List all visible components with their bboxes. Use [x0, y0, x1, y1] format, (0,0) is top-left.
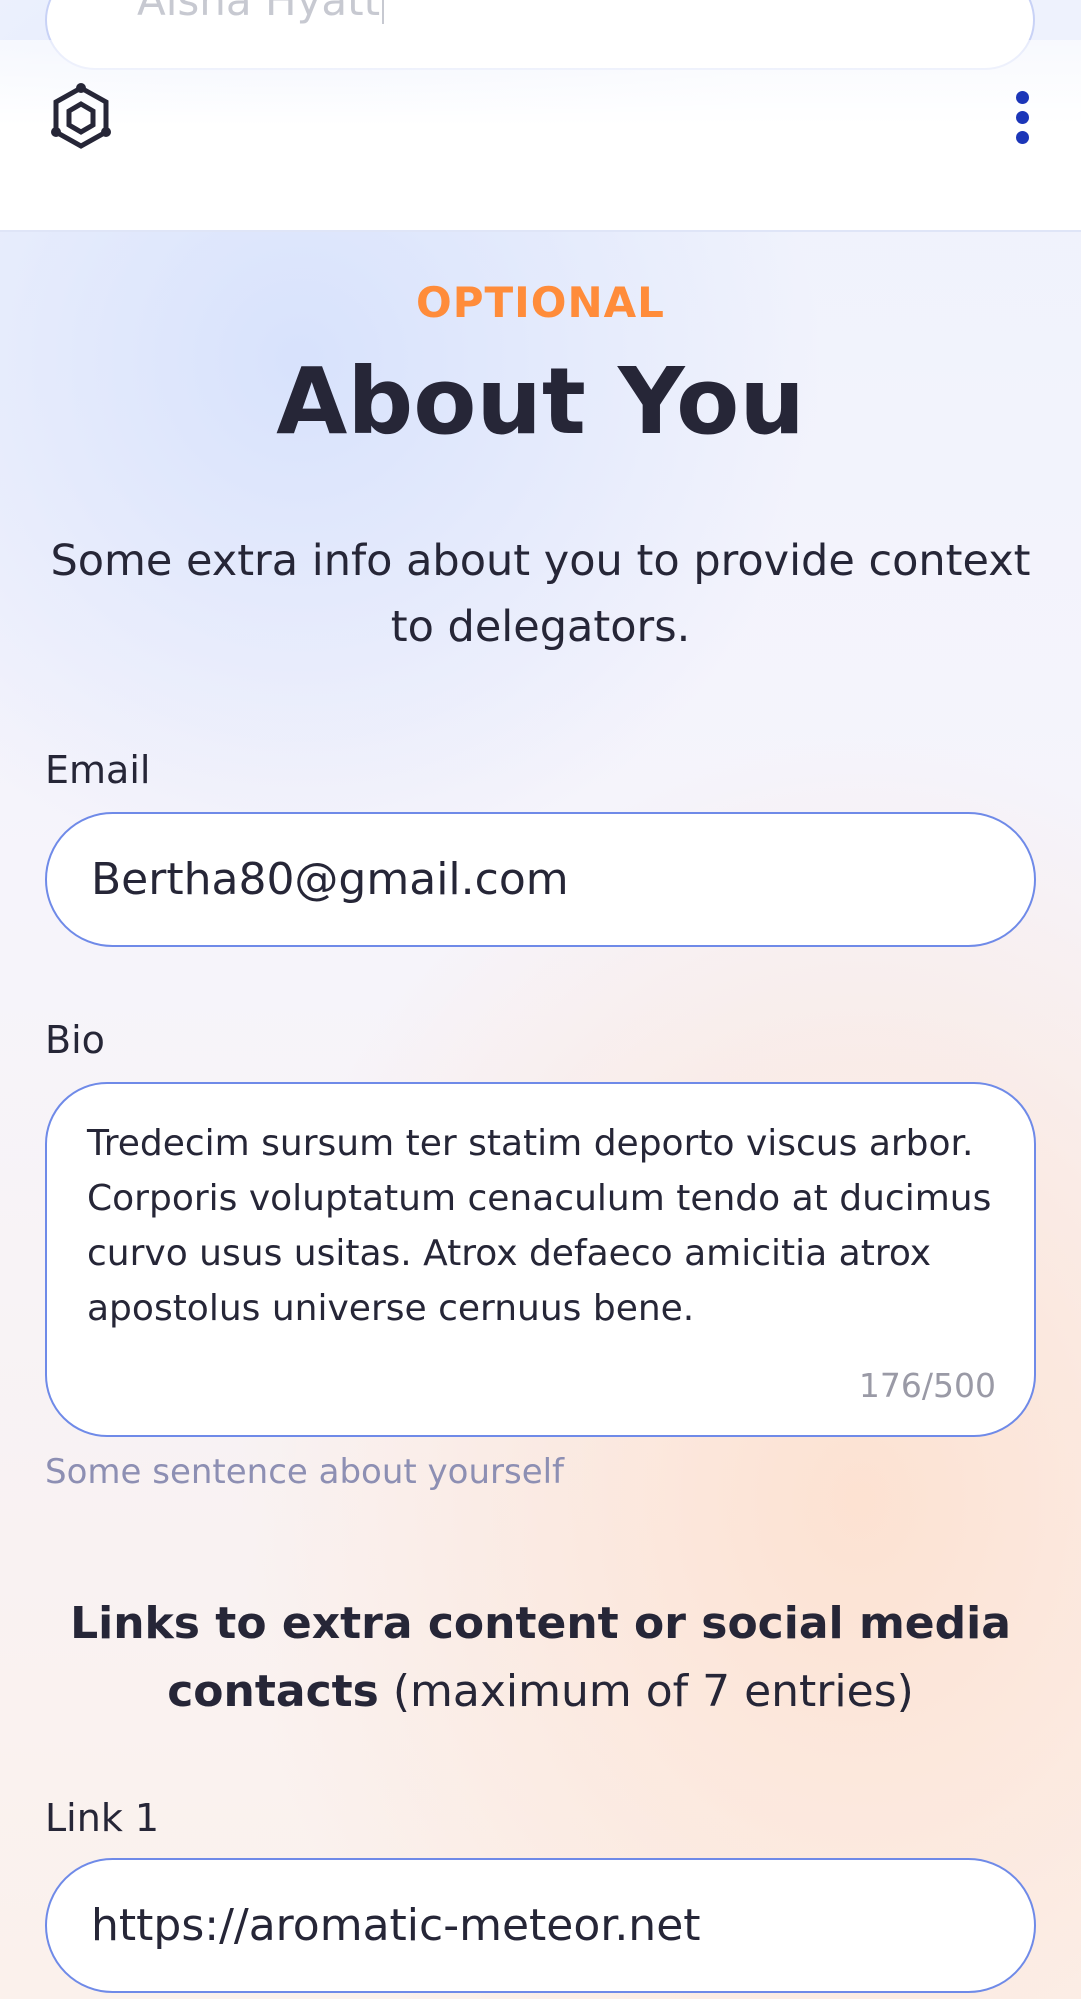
bio-textarea[interactable]: Tredecim sursum ter statim deporto viscu…: [45, 1082, 1036, 1437]
bio-hint: Some sentence about yourself: [45, 1452, 565, 1492]
text-caret: [382, 0, 384, 24]
section-eyebrow: OPTIONAL: [416, 278, 665, 327]
email-label: Email: [45, 748, 151, 792]
page-title: About You: [276, 348, 805, 455]
hexagon-cluster-logo-icon[interactable]: [44, 82, 118, 156]
links-heading: Links to extra content or social media c…: [60, 1590, 1021, 1726]
email-field[interactable]: [45, 812, 1036, 947]
link-1-field[interactable]: [45, 1858, 1036, 1993]
section-intro: Some extra info about you to provide con…: [50, 536, 1031, 652]
previous-name-value: Aisha Hyatt: [137, 0, 381, 25]
bio-character-counter: 176/500: [858, 1366, 996, 1405]
bio-text: Tredecim sursum ter statim deporto viscu…: [87, 1123, 992, 1329]
app-header: [0, 40, 1081, 232]
links-heading-note: (maximum of 7 entries): [392, 1666, 914, 1717]
link-1-label: Link 1: [45, 1796, 160, 1840]
bio-label: Bio: [45, 1018, 105, 1062]
vertical-dots-menu-icon[interactable]: [1003, 82, 1043, 152]
